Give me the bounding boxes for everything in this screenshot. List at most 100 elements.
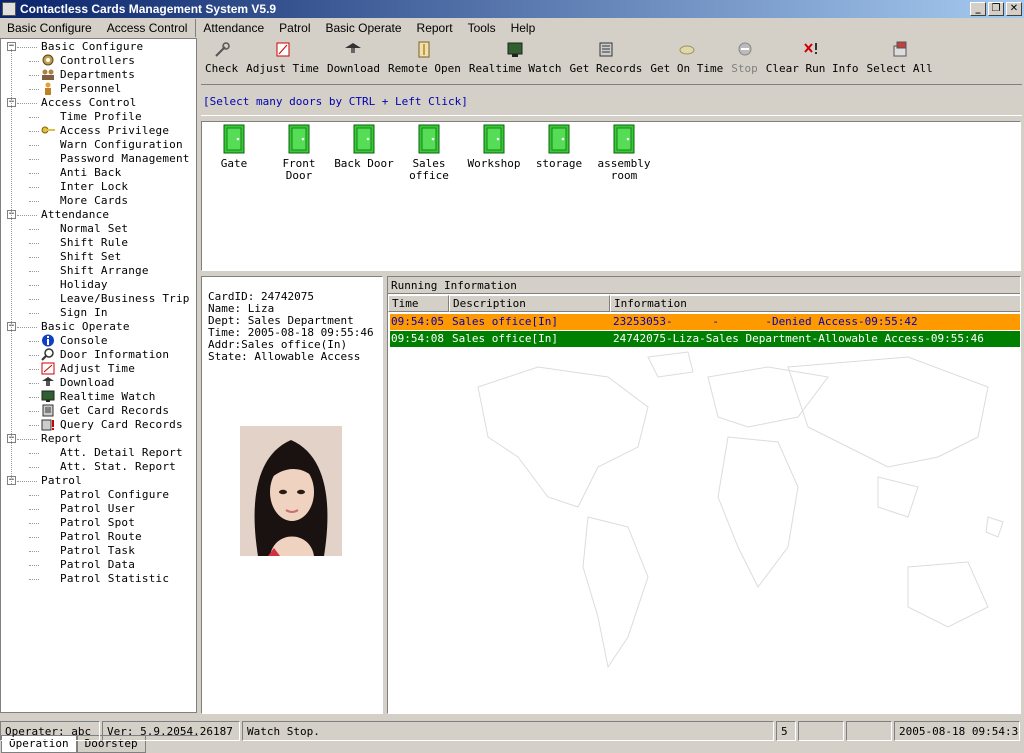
- menu-patrol[interactable]: Patrol: [272, 19, 318, 37]
- door-icon: [288, 124, 310, 154]
- tree-item-shift-set[interactable]: Shift Set: [60, 250, 121, 264]
- door-assembly-room[interactable]: assembly room: [592, 124, 656, 182]
- toolbar-stop-button[interactable]: Stop: [727, 39, 762, 83]
- table-row[interactable]: 09:54:08 Sales office[In] 24742075-Liza-…: [390, 331, 1020, 347]
- toolbar-select-all-button[interactable]: Select All: [862, 39, 936, 83]
- key-icon: [41, 124, 55, 137]
- tree-item-door-information[interactable]: Door Information: [60, 348, 169, 362]
- toolbar-realtime-watch-button[interactable]: Realtime Watch: [465, 39, 566, 83]
- minimize-button[interactable]: _: [970, 2, 986, 16]
- adjust-time-icon: [41, 362, 55, 375]
- status-watch: Watch Stop.: [242, 721, 774, 741]
- status-count: 5: [776, 721, 796, 741]
- toolbar-clear-run-info-button[interactable]: Clear Run Info: [762, 39, 863, 83]
- toolbar-check-button[interactable]: Check: [201, 39, 242, 83]
- tree-item-shift-arrange[interactable]: Shift Arrange: [60, 264, 149, 278]
- menu-tools[interactable]: Tools: [461, 19, 504, 37]
- tree-connector: [29, 61, 39, 62]
- select-all-icon: [891, 41, 909, 58]
- clear-icon: [803, 41, 821, 58]
- tree-group-access-control[interactable]: Access Control: [41, 96, 137, 110]
- tree-connector: [29, 201, 39, 202]
- tree-item-adjust-time[interactable]: Adjust Time: [60, 362, 135, 376]
- menu-basic-configure[interactable]: Basic Configure: [0, 19, 100, 37]
- tree-group-patrol[interactable]: Patrol: [41, 474, 82, 488]
- tree-item-download[interactable]: Download: [60, 376, 115, 390]
- close-button[interactable]: ✕: [1006, 2, 1022, 16]
- menu-basic-operate[interactable]: Basic Operate: [319, 19, 410, 37]
- tree-item-patrol-statistic[interactable]: Patrol Statistic: [60, 572, 169, 586]
- tree-connector: [29, 145, 39, 146]
- personnel-icon: [41, 82, 55, 95]
- tree-group-report[interactable]: Report: [41, 432, 82, 446]
- door-workshop[interactable]: Workshop: [462, 124, 526, 170]
- toolbar-remote-open-button[interactable]: Remote Open: [384, 39, 465, 83]
- toolbar-download-button[interactable]: Download: [323, 39, 384, 83]
- menu-help[interactable]: Help: [504, 19, 544, 37]
- tree-item-sign-in[interactable]: Sign In: [60, 306, 108, 320]
- menu-attendance[interactable]: Attendance: [195, 19, 272, 37]
- table-row[interactable]: 09:54:05 Sales office[In] 23253053- - -D…: [390, 314, 1020, 330]
- tree-item-shift-rule[interactable]: Shift Rule: [60, 236, 128, 250]
- restore-button[interactable]: ❐: [988, 2, 1004, 16]
- menu-access-control[interactable]: Access Control: [100, 19, 196, 37]
- row-time: 09:54:08: [391, 332, 444, 345]
- column-header-time[interactable]: Time: [388, 295, 449, 312]
- door-front-door[interactable]: Front Door: [267, 124, 331, 182]
- tree-item-password-management[interactable]: Password Management: [60, 152, 190, 166]
- tree-item-patrol-task[interactable]: Patrol Task: [60, 544, 135, 558]
- door-back-door[interactable]: Back Door: [332, 124, 396, 170]
- toolbar-adjust-time-button[interactable]: Adjust Time: [242, 39, 323, 83]
- row-information: 24742075-Liza-Sales Department-Allowable…: [613, 332, 984, 345]
- tree-group-attendance[interactable]: Attendance: [41, 208, 109, 222]
- tree-item-normal-set[interactable]: Normal Set: [60, 222, 128, 236]
- door-panel: Gate Front Door Back Door Sales office Works…: [201, 121, 1021, 271]
- door-label: Sales office: [409, 157, 449, 182]
- tree-item-patrol-user[interactable]: Patrol User: [60, 502, 135, 516]
- tree-item-more-cards[interactable]: More Cards: [60, 194, 128, 208]
- download-icon: [344, 41, 362, 58]
- tree-item-patrol-route[interactable]: Patrol Route: [60, 530, 142, 544]
- tree-item-realtime-watch[interactable]: Realtime Watch: [60, 390, 156, 404]
- tree-item-att-detail-report[interactable]: Att. Detail Report: [60, 446, 183, 460]
- tree-item-holiday[interactable]: Holiday: [60, 278, 108, 292]
- tree-item-patrol-data[interactable]: Patrol Data: [60, 558, 135, 572]
- tree-item-inter-lock[interactable]: Inter Lock: [60, 180, 128, 194]
- tree-item-anti-back[interactable]: Anti Back: [60, 166, 121, 180]
- toolbar-button-label: Get On Time: [650, 62, 724, 75]
- tree-item-patrol-configure[interactable]: Patrol Configure: [60, 488, 169, 502]
- tree-item-access-privilege[interactable]: Access Privilege: [60, 124, 169, 138]
- controllers-icon: [41, 54, 55, 67]
- tree-item-leave-business-trip[interactable]: Leave/Business Trip: [60, 292, 190, 306]
- tree-group-basic-configure[interactable]: Basic Configure: [41, 40, 143, 54]
- tree-connector: [29, 159, 39, 160]
- tree-item-personnel[interactable]: Personnel: [60, 82, 121, 96]
- tree-item-att-stat-report[interactable]: Att. Stat. Report: [60, 460, 176, 474]
- door-gate[interactable]: Gate: [202, 124, 266, 170]
- tree-item-console[interactable]: Console: [60, 334, 108, 348]
- column-header-description[interactable]: Description: [449, 295, 610, 312]
- tree-group-basic-operate[interactable]: Basic Operate: [41, 320, 130, 334]
- toolbar-get-on-time-button[interactable]: Get On Time: [646, 39, 727, 83]
- tree-connector: [29, 425, 39, 426]
- toolbar-button-label: Get Records: [569, 62, 643, 75]
- toolbar-get-records-button[interactable]: Get Records: [566, 39, 647, 83]
- tree-item-controllers[interactable]: Controllers: [60, 54, 135, 68]
- column-header-information[interactable]: Information: [610, 295, 1020, 312]
- toolbar: Check Adjust Time Download Remote Open Realt…: [201, 39, 1022, 85]
- tree-item-warn-configuration[interactable]: Warn Configuration: [60, 138, 183, 152]
- door-storage[interactable]: storage: [527, 124, 591, 170]
- tree-item-time-profile[interactable]: Time Profile: [60, 110, 142, 124]
- menu-report[interactable]: Report: [410, 19, 461, 37]
- tree-item-get-card-records[interactable]: Get Card Records: [60, 404, 169, 418]
- door-label: storage: [535, 157, 583, 170]
- info-icon: [41, 334, 55, 347]
- door-sales-office[interactable]: Sales office: [397, 124, 461, 182]
- tree-item-patrol-spot[interactable]: Patrol Spot: [60, 516, 135, 530]
- tree-item-query-card-records[interactable]: Query Card Records: [60, 418, 183, 432]
- tree-connector: [29, 257, 39, 258]
- records-icon: [597, 41, 615, 58]
- tree-item-departments[interactable]: Departments: [60, 68, 135, 82]
- tree-connector: [17, 47, 37, 48]
- card-info-panel: CardID: 24742075 Name: Liza Dept: Sales De…: [201, 276, 383, 714]
